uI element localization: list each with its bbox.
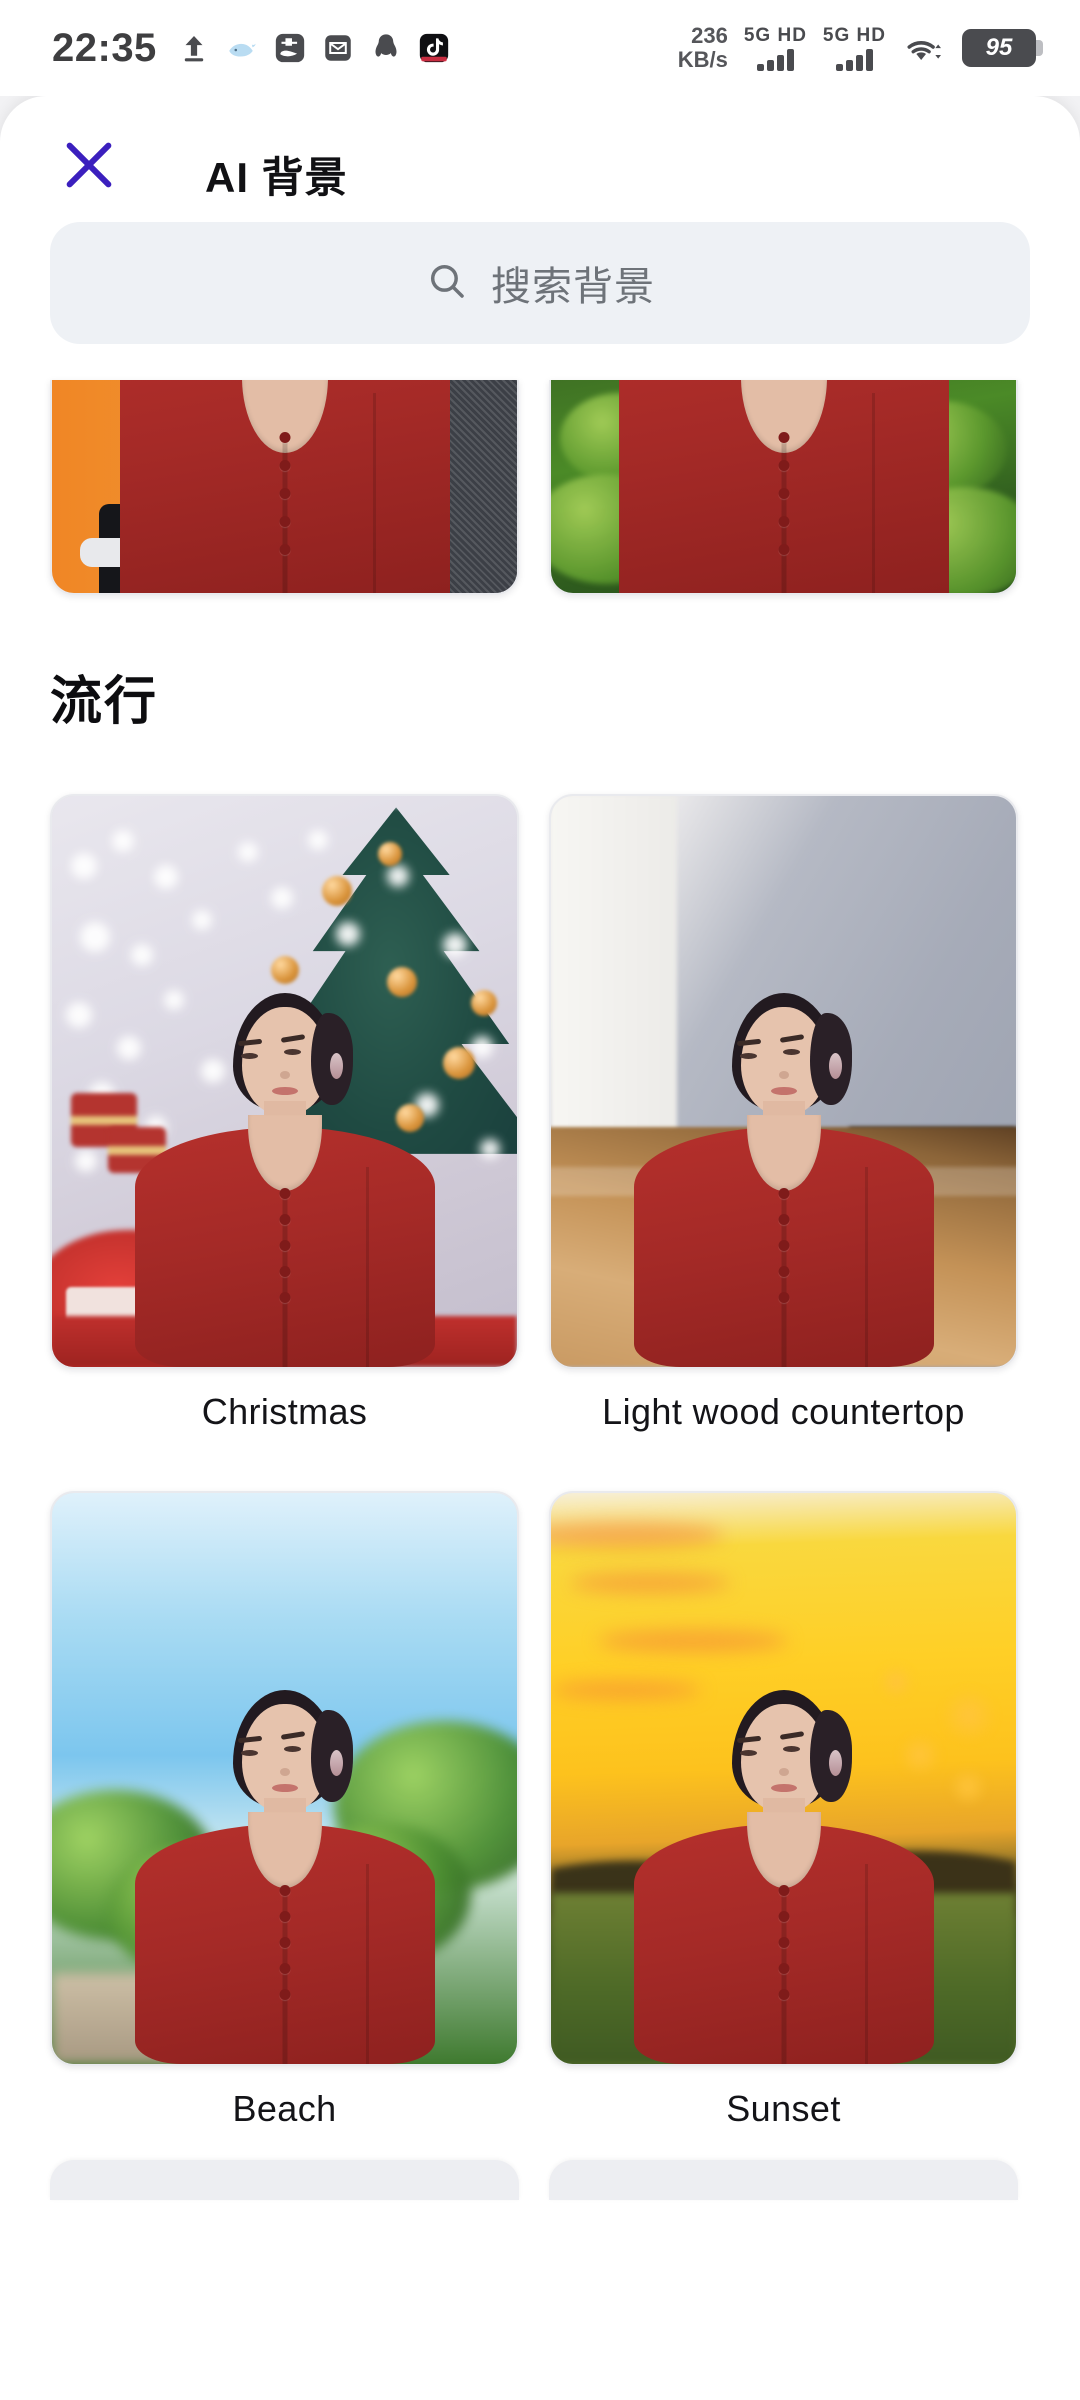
thumb-stack <box>549 794 1018 1369</box>
status-notification-icons <box>177 31 451 65</box>
background-card-christmas[interactable]: Christmas <box>50 768 519 1433</box>
thumb-stack <box>549 1491 1018 2066</box>
mail-icon <box>321 31 355 65</box>
tiktok-icon <box>417 31 451 65</box>
search-icon <box>425 259 469 308</box>
background-card-label: Light wood countertop <box>602 1391 965 1432</box>
background-grid-scrolled <box>50 380 1030 595</box>
screen-root: 22:35 236 KB/s 5G HD 5G HD 95 AI 背景 搜索背景… <box>0 0 1080 2400</box>
background-card-label: Beach <box>232 2088 337 2129</box>
sim2-signal: 5G HD <box>823 25 886 71</box>
person-figure <box>618 380 949 593</box>
upload-icon <box>177 31 211 65</box>
sim1-network-tag: 5G HD <box>743 25 807 46</box>
scene-garden <box>551 380 1016 593</box>
scene-light-wood-countertop <box>551 796 1016 1367</box>
background-thumbnail[interactable] <box>50 1491 519 2066</box>
search-input[interactable]: 搜索背景 <box>50 222 1030 344</box>
person-figure <box>134 993 435 1367</box>
background-card-light-wood-countertop[interactable]: Light wood countertop <box>549 768 1018 1433</box>
battery-icon: 95 <box>962 29 1043 67</box>
background-card-label: Christmas <box>201 1391 368 1432</box>
network-speed-unit: KB/s <box>677 47 728 72</box>
alipay-icon <box>273 31 307 65</box>
person-figure <box>633 1690 934 2064</box>
page-title: AI 背景 <box>205 154 348 201</box>
network-speed-value: 236 <box>691 23 728 48</box>
thumb-stack <box>50 380 519 595</box>
thumb-stack <box>50 794 519 1369</box>
search-section: 搜索背景 <box>0 222 1080 344</box>
status-clock: 22:35 <box>52 25 157 70</box>
background-card-office[interactable] <box>50 380 519 595</box>
qq-icon <box>369 31 403 65</box>
background-card-peek[interactable] <box>50 2160 519 2200</box>
background-thumbnail[interactable] <box>549 380 1018 595</box>
background-scroll-area[interactable]: 流行 Christmas Light wood countertop Beach… <box>0 380 1080 2200</box>
sim1-signal: 5G HD <box>744 25 807 71</box>
status-bar-right: 236 KB/s 5G HD 5G HD 95 <box>678 24 1043 72</box>
person-figure <box>633 993 934 1367</box>
wifi-icon <box>902 31 946 65</box>
scene-beach <box>52 1493 517 2064</box>
whale-icon <box>225 31 259 65</box>
network-speed: 236 KB/s <box>678 24 728 72</box>
background-card-beach[interactable]: Beach <box>50 1465 519 2130</box>
background-grid-next-row-peek <box>50 2160 1030 2200</box>
status-bar: 22:35 236 KB/s 5G HD 5G HD 95 <box>0 0 1080 96</box>
background-card-sunset[interactable]: Sunset <box>549 1465 1018 2130</box>
background-thumbnail[interactable] <box>50 380 519 595</box>
status-bar-left: 22:35 <box>52 26 451 71</box>
background-card-label: Sunset <box>726 2088 841 2129</box>
background-card-peek[interactable] <box>549 2160 1018 2200</box>
ai-background-sheet: AI 背景 搜索背景 流行 Christmas Light wood count… <box>0 96 1080 2400</box>
person-figure <box>119 380 450 593</box>
thumb-stack <box>50 1491 519 2066</box>
background-card-garden[interactable] <box>549 380 1018 595</box>
background-thumbnail[interactable] <box>549 794 1018 1369</box>
search-placeholder: 搜索背景 <box>491 265 655 309</box>
battery-percent: 95 <box>985 34 1013 61</box>
person-figure <box>134 1690 435 2064</box>
background-thumbnail[interactable] <box>50 794 519 1369</box>
scene-christmas <box>52 796 517 1367</box>
background-thumbnail[interactable] <box>549 1491 1018 2066</box>
sheet-header: AI 背景 <box>0 96 1080 222</box>
scene-sunset <box>551 1493 1016 2064</box>
sim2-network-tag: 5G HD <box>822 25 886 46</box>
thumb-stack <box>549 380 1018 595</box>
sim2-signal-bars-icon <box>835 49 873 71</box>
background-grid-popular: Christmas Light wood countertop Beach Su… <box>50 768 1030 2130</box>
scene-office <box>52 380 517 593</box>
section-title-popular: 流行 <box>50 673 159 731</box>
sim1-signal-bars-icon <box>756 49 794 71</box>
close-icon[interactable] <box>58 134 120 196</box>
